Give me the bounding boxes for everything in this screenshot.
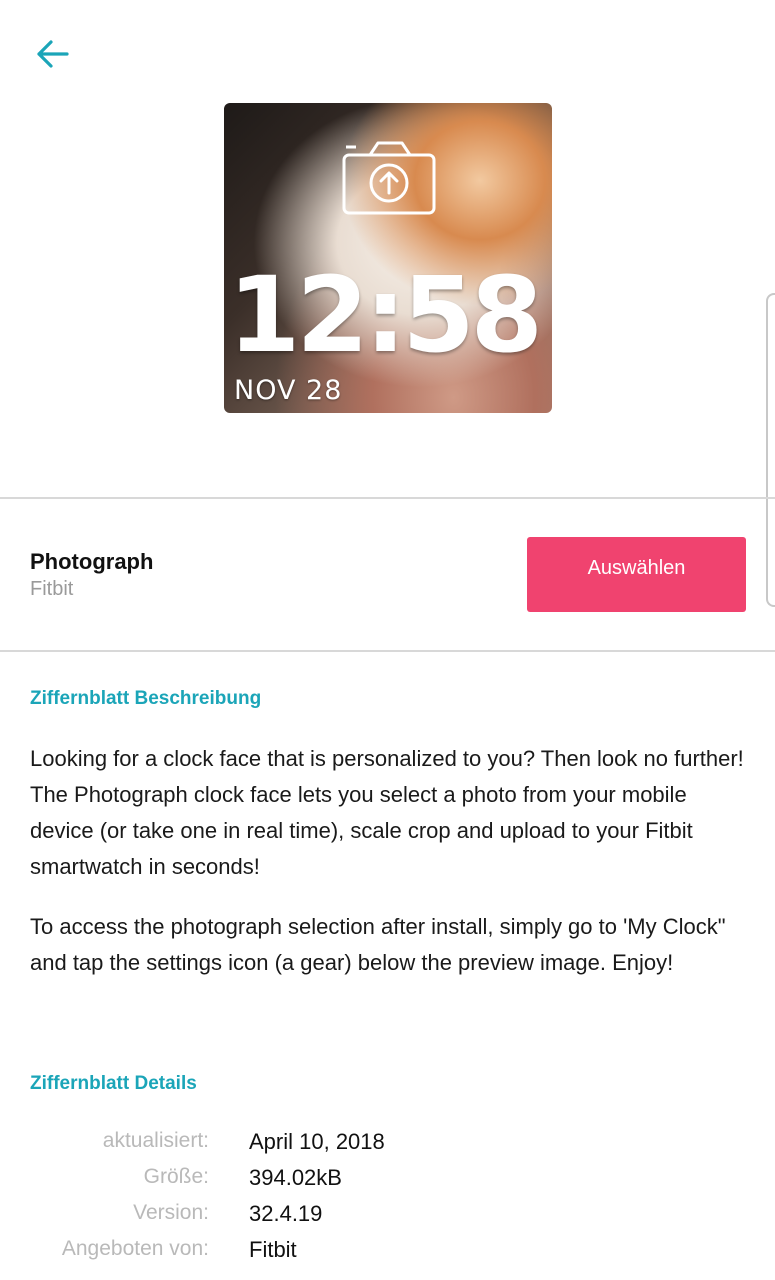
detail-row-updated: aktualisiert: April 10, 2018 [0, 1125, 775, 1161]
details-list: aktualisiert: April 10, 2018 Größe: 394.… [0, 1125, 775, 1269]
back-button[interactable] [22, 26, 82, 82]
detail-row-version: Version: 32.4.19 [0, 1197, 775, 1233]
description-heading: Ziffernblatt Beschreibung [30, 688, 262, 709]
clock-face-preview: 12:58 NOV 28 [224, 103, 552, 413]
detail-value: Fitbit [249, 1237, 297, 1262]
arrow-left-icon [37, 40, 69, 68]
clock-face-vendor: Fitbit [30, 578, 74, 600]
detail-label: aktualisiert: [102, 1129, 209, 1152]
detail-row-size: Größe: 394.02kB [0, 1161, 775, 1197]
camera-upload-icon[interactable] [340, 137, 438, 217]
detail-label: Version: [133, 1201, 209, 1224]
description-paragraph: Looking for a clock face that is persona… [30, 746, 744, 879]
clock-face-detail-page: 12:58 NOV 28 Photograph Fitbit Auswählen… [0, 0, 775, 1280]
clock-face-name: Photograph [30, 549, 154, 574]
detail-row-offered-by: Angeboten von: Fitbit [0, 1233, 775, 1269]
select-button[interactable]: Auswählen [527, 537, 746, 612]
divider [0, 650, 775, 652]
detail-value: 394.02kB [249, 1165, 342, 1190]
detail-label: Angeboten von: [61, 1237, 209, 1260]
description-paragraph: To access the photograph selection after… [30, 914, 726, 975]
detail-label: Größe: [143, 1165, 209, 1188]
detail-value: 32.4.19 [249, 1201, 323, 1226]
preview-time: 12:58 [228, 254, 543, 376]
detail-value: April 10, 2018 [249, 1129, 385, 1154]
details-heading: Ziffernblatt Details [30, 1073, 197, 1094]
side-scroll-handle[interactable] [766, 293, 775, 607]
divider [0, 497, 775, 499]
preview-date: NOV 28 [234, 375, 343, 406]
